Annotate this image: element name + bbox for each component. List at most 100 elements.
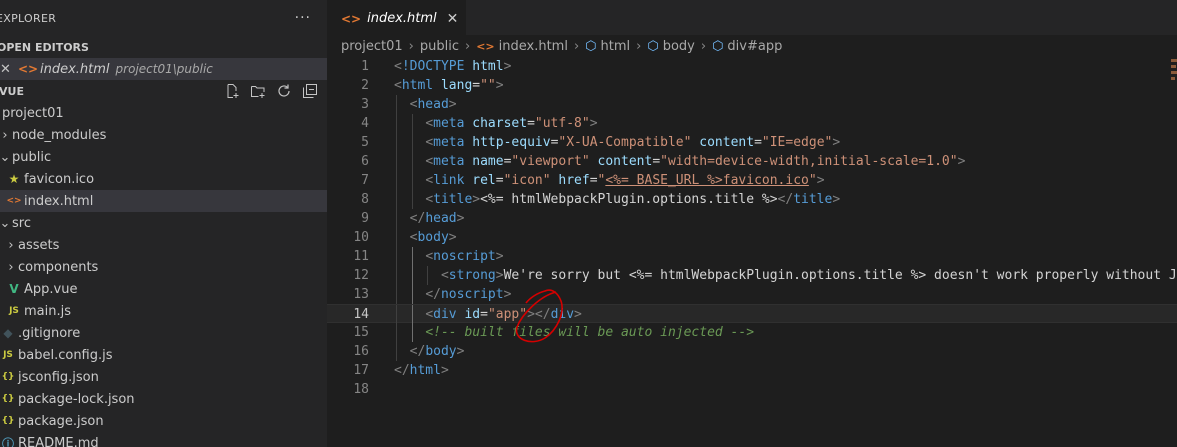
tree-item-gitignore[interactable]: ◆ .gitignore: [0, 322, 327, 344]
code-line[interactable]: 15 <!-- built files will be auto injecte…: [327, 323, 1177, 342]
code-line[interactable]: 4 <meta charset="utf-8">: [327, 114, 1177, 133]
chevron-right-icon: ›: [573, 38, 580, 54]
chevron-right-icon: ›: [700, 38, 707, 54]
token-plain: =: [495, 173, 504, 188]
code-line[interactable]: 6 <meta name="viewport" content="width=d…: [327, 152, 1177, 171]
tree-item-main-js[interactable]: JS main.js: [0, 300, 327, 322]
json-file-icon: {}: [1, 394, 15, 404]
tree-item-label: jsconfig.json: [18, 369, 99, 385]
tree-item-label: package.json: [18, 413, 104, 429]
tree-item-label: public: [12, 149, 52, 165]
line-number: 9: [361, 211, 369, 226]
tree-item-index-html[interactable]: <> index.html: [0, 190, 327, 212]
code-line[interactable]: 7 <link rel="icon" href="<%= BASE_URL %>…: [327, 171, 1177, 190]
line-number: 2: [361, 78, 369, 93]
code-line[interactable]: 12 <strong>We're sorry but <%= htmlWebpa…: [327, 266, 1177, 285]
code-line[interactable]: 9 </head>: [327, 209, 1177, 228]
token-attr: id: [464, 307, 481, 322]
token-attr: lang: [440, 78, 473, 93]
tree-item-public[interactable]: ⌄ public: [0, 146, 327, 168]
code-line[interactable]: 1 <!DOCTYPE html>: [327, 57, 1177, 76]
open-editor-item[interactable]: ✕ <> index.html project01\public: [0, 58, 327, 80]
js-file-icon: JS: [9, 306, 19, 316]
tree-item-label: main.js: [24, 303, 71, 319]
tree-item-node-modules[interactable]: › node_modules: [0, 124, 327, 146]
code-line[interactable]: 16 </body>: [327, 342, 1177, 361]
token-attr: href: [558, 173, 590, 188]
code-line[interactable]: 13 </noscript>: [327, 285, 1177, 304]
tree-item-babel-config-js[interactable]: JS babel.config.js: [0, 344, 327, 366]
code-line[interactable]: 2 <html lang="">: [327, 76, 1177, 95]
new-folder-icon[interactable]: [249, 83, 267, 99]
line-number: 16: [353, 344, 369, 359]
token-punct: </: [394, 363, 410, 378]
token-tag: strong: [448, 268, 496, 283]
code-text: <head>: [394, 95, 457, 114]
token-punct: >: [574, 307, 582, 322]
token-punct: <: [425, 116, 434, 131]
breadcrumb-item-div-app[interactable]: div#app: [727, 39, 782, 54]
tab-index-html[interactable]: <> index.html ✕: [327, 0, 467, 36]
git-file-icon: ◆: [3, 326, 13, 340]
chevron-down-icon: ⌄: [0, 149, 11, 165]
breadcrumb-item-public[interactable]: public: [420, 39, 459, 54]
breadcrumb-item-html[interactable]: html: [601, 39, 631, 54]
token-punct: <: [440, 268, 449, 283]
workspace-title: VUE: [0, 84, 24, 98]
token-plain: =: [480, 307, 488, 322]
tree-item-package-lock-json[interactable]: {} package-lock.json: [0, 388, 327, 410]
line-number: 8: [361, 192, 369, 207]
tree-item-label: package-lock.json: [18, 391, 135, 407]
tree-item-readme-md[interactable]: ⓘ README.md: [0, 432, 327, 447]
info-icon: ⓘ: [1, 436, 14, 447]
close-icon[interactable]: ✕: [0, 62, 14, 77]
code-line[interactable]: 8 <title><%= htmlWebpackPlugin.options.t…: [327, 190, 1177, 209]
refresh-icon[interactable]: [275, 83, 293, 99]
tree-item-project01[interactable]: project01: [0, 102, 327, 124]
breadcrumb-item-body[interactable]: body: [663, 39, 695, 54]
close-icon[interactable]: ✕: [447, 11, 459, 27]
code-text: <noscript>: [394, 247, 503, 266]
token-attr: html: [472, 59, 504, 74]
code-text: <!-- built files will be auto injected -…: [394, 323, 754, 342]
tree-item-app-vue[interactable]: V App.vue: [0, 278, 327, 300]
new-file-icon[interactable]: [223, 83, 241, 99]
breadcrumb-item-project01[interactable]: project01: [341, 39, 403, 54]
code-text: </head>: [394, 209, 465, 228]
code-editor[interactable]: 1 <!DOCTYPE html> 2 <html lang=""> 3 <head> 4…: [327, 57, 1177, 447]
token-punct: >: [448, 230, 457, 245]
line-number: 10: [353, 230, 369, 245]
more-actions-icon[interactable]: ···: [295, 10, 311, 26]
workspace-section-header[interactable]: VUE: [0, 80, 327, 102]
open-editors-section-header[interactable]: OPEN EDITORS: [0, 36, 327, 58]
code-line[interactable]: 14 <div id="app"></div>: [327, 304, 1177, 324]
tree-item-src[interactable]: ⌄ src: [0, 212, 327, 234]
token-strul: <%= BASE_URL %>favicon.ico: [605, 173, 809, 188]
tree-item-package-json[interactable]: {} package.json: [0, 410, 327, 432]
code-line[interactable]: 5 <meta http-equiv = "X-UA-Compatible" con…: [327, 133, 1177, 152]
tree-item-jsconfig-json[interactable]: {} jsconfig.json: [0, 366, 327, 388]
token-punct: </: [425, 287, 441, 302]
tree-item-favicon-ico[interactable]: ★ favicon.ico: [0, 168, 327, 190]
code-line[interactable]: 3 <head>: [327, 95, 1177, 114]
code-line[interactable]: 10 <body>: [327, 228, 1177, 247]
tree-item-assets[interactable]: › assets: [0, 234, 327, 256]
code-text: <title><%= htmlWebpackPlugin.options.tit…: [394, 190, 840, 209]
token-attr: charset: [472, 116, 528, 131]
code-line[interactable]: 17 </html>: [327, 361, 1177, 380]
breadcrumb-item-index-html[interactable]: index.html: [499, 39, 568, 54]
collapse-all-icon[interactable]: [301, 83, 319, 99]
tab-bar: <> index.html ✕: [327, 0, 1177, 36]
token-str: "": [480, 78, 496, 93]
token-str: "utf-8": [534, 116, 590, 131]
tree-item-label: index.html: [24, 193, 94, 209]
code-line[interactable]: 18: [327, 380, 1177, 399]
token-tag: meta: [433, 116, 465, 131]
breadcrumb: project01 › public › <> index.html › ⬡ h…: [327, 35, 1177, 57]
code-line[interactable]: 11 <noscript>: [327, 247, 1177, 266]
code-text: </html>: [394, 361, 449, 380]
tree-item-components[interactable]: › components: [0, 256, 327, 278]
